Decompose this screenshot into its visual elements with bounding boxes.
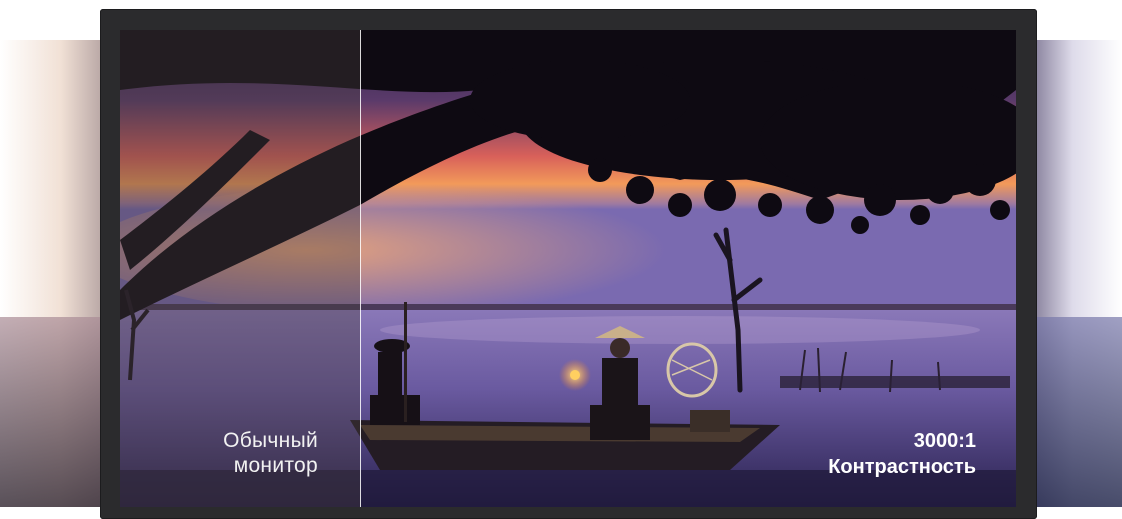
reflection-water-right: [1032, 317, 1122, 507]
comparison-split-line: [360, 30, 361, 507]
contrast-ratio-caption: Контрастность: [828, 456, 976, 478]
background-reflection-left: [0, 40, 110, 507]
standard-monitor-label-line2: монитор: [233, 454, 318, 477]
standard-monitor-label-line1: Обычный: [223, 429, 318, 452]
monitor-screen: Обычный монитор 3000:1 Контрастность: [120, 30, 1016, 507]
standard-monitor-label: Обычный монитор: [120, 428, 318, 478]
reflection-water-left: [0, 317, 110, 507]
background-reflection-right: [1032, 40, 1122, 507]
contrast-ratio-value: 3000:1: [913, 430, 976, 452]
contrast-ratio-label: 3000:1 Контрастность: [716, 428, 976, 480]
